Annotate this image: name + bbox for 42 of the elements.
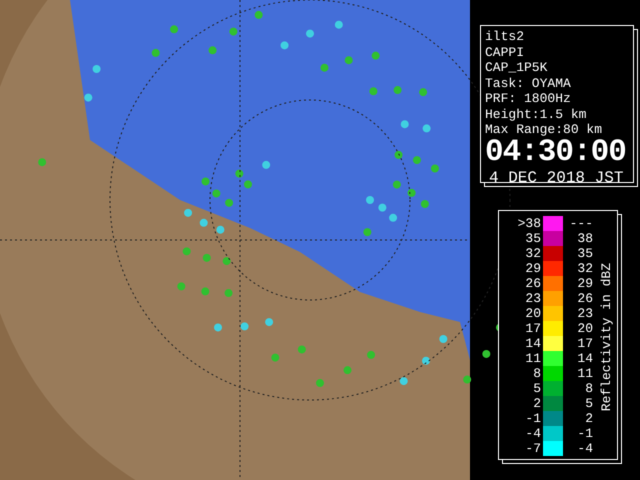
legend-low-value: 5 <box>532 381 542 396</box>
legend-high-value: 2 <box>584 411 593 426</box>
legend-high-value: 26 <box>576 291 593 306</box>
legend-low-value: 8 <box>532 366 542 381</box>
legend-low-value: 26 <box>524 276 542 291</box>
legend-low-value: 32 <box>524 246 542 261</box>
date-text: 4 DEC 2018 JST <box>488 168 624 188</box>
legend-high-value: -1 <box>576 426 593 441</box>
info-text: Task: OYAMA <box>485 76 572 91</box>
legend-low-value: -1 <box>524 411 542 426</box>
legend-high-value: 20 <box>576 321 593 336</box>
time-text: 04:30:00 <box>485 138 627 168</box>
legend-high-value: --- <box>568 216 593 231</box>
legend-low-value: >38 <box>516 216 542 231</box>
legend-low-value: 14 <box>524 336 542 351</box>
legend-high-value: 29 <box>576 276 593 291</box>
legend-low-value: 35 <box>524 231 542 246</box>
legend-low-value: -4 <box>524 426 542 441</box>
info-text: CAPPI <box>485 44 526 60</box>
legend-high-value: 35 <box>576 246 593 261</box>
legend-low-value: 11 <box>524 351 542 366</box>
legend-low-value: 23 <box>524 291 542 306</box>
legend-high-value: 8 <box>584 381 593 396</box>
legend-high-value: -4 <box>576 441 593 456</box>
legend-high-value: 14 <box>576 351 593 366</box>
legend-low-value: -7 <box>524 441 542 456</box>
info-text: Height:1.5 km <box>485 106 588 122</box>
info-text: ilts2 <box>485 29 526 44</box>
legend-high-value: 32 <box>576 261 593 276</box>
legend-low-value: 2 <box>532 396 542 411</box>
legend-title: Reflectivity in dBZ <box>599 263 614 412</box>
legend-low-value: 20 <box>524 306 542 321</box>
legend-low-value: 17 <box>524 321 542 336</box>
info-text: Max Range:80 km <box>485 122 604 138</box>
info-text: PRF: 1800Hz <box>485 91 572 106</box>
info-text: CAP_1P5K <box>485 60 548 76</box>
legend-high-value: 5 <box>584 396 593 411</box>
legend-high-value: 17 <box>576 336 593 351</box>
legend-high-value: 38 <box>576 231 593 246</box>
legend-high-value: 11 <box>576 366 593 381</box>
legend-high-value: 23 <box>576 306 593 321</box>
legend-low-value: 29 <box>524 261 542 276</box>
